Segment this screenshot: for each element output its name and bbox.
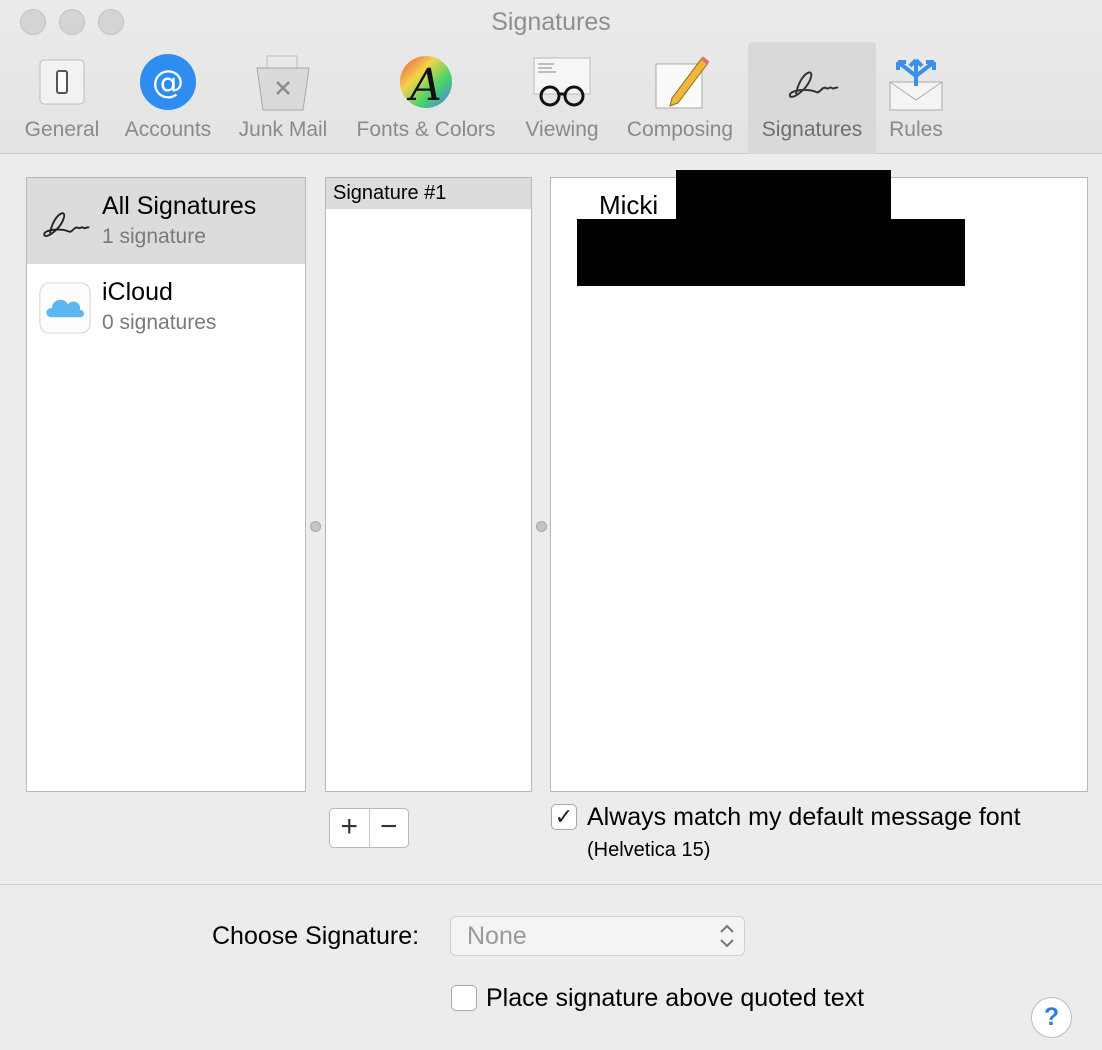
icloud-icon (39, 282, 91, 334)
choose-signature-select[interactable]: None (450, 916, 745, 956)
tab-composing-label: Composing (626, 118, 734, 141)
tab-accounts[interactable]: @ Accounts (117, 42, 219, 154)
tab-accounts-label: Accounts (124, 118, 212, 141)
account-signature-count: 1 signature (102, 225, 206, 248)
tab-rules-label: Rules (889, 118, 943, 141)
tab-viewing[interactable]: Viewing (516, 42, 608, 154)
rules-icon (889, 58, 943, 111)
match-font-description: (Helvetica 15) (587, 839, 711, 861)
signature-editor-text[interactable]: Micki (599, 190, 658, 221)
tab-general-label: General (24, 118, 100, 141)
account-signature-count: 0 signatures (102, 311, 217, 334)
redaction-block (577, 219, 965, 286)
viewing-icon (533, 57, 591, 107)
account-item-icloud[interactable]: iCloud 0 signatures (27, 264, 305, 350)
tab-fonts-colors-label: Fonts & Colors (356, 118, 496, 141)
junk-mail-icon (256, 55, 310, 111)
remove-signature-button[interactable]: − (368, 809, 409, 847)
accounts-icon: @ (140, 54, 196, 110)
general-icon (39, 59, 85, 105)
account-name: All Signatures (102, 192, 257, 220)
divider (0, 884, 1102, 885)
tab-signatures-label: Signatures (761, 118, 863, 141)
tab-junk-mail[interactable]: Junk Mail (231, 42, 335, 154)
split-handle[interactable] (536, 521, 547, 532)
match-font-label: Always match my default message font (587, 803, 1021, 831)
account-item-all-signatures[interactable]: All Signatures 1 signature (27, 178, 305, 264)
tab-composing[interactable]: Composing (618, 42, 742, 154)
chevron-up-down-icon (720, 924, 734, 948)
split-handle[interactable] (310, 521, 321, 532)
tab-signatures[interactable]: Signatures (748, 42, 876, 154)
svg-text:@: @ (152, 63, 184, 101)
composing-icon (655, 56, 710, 109)
tab-rules[interactable]: Rules (882, 42, 950, 154)
window-toolbar: Signatures General @ Accounts Junk Mail (0, 0, 1102, 154)
add-remove-control: + − (329, 808, 409, 848)
accounts-list[interactable]: All Signatures 1 signature iCloud 0 sign… (26, 177, 306, 792)
choose-signature-value: None (467, 922, 527, 950)
window-title: Signatures (491, 8, 611, 36)
tab-junk-mail-label: Junk Mail (238, 118, 328, 141)
place-above-label: Place signature above quoted text (486, 984, 865, 1012)
choose-signature-label: Choose Signature: (212, 922, 420, 950)
tab-general[interactable]: General (20, 42, 104, 154)
account-name: iCloud (102, 278, 173, 306)
signatures-list[interactable]: Signature #1 (325, 177, 532, 792)
match-font-checkbox[interactable]: ✓ (551, 804, 577, 830)
tab-viewing-label: Viewing (525, 118, 599, 141)
add-signature-button[interactable]: + (330, 809, 369, 847)
signature-icon (43, 212, 90, 237)
signature-item[interactable]: Signature #1 (326, 178, 531, 209)
tab-fonts-colors[interactable]: A Fonts & Colors (346, 42, 506, 154)
place-above-checkbox[interactable] (451, 985, 477, 1011)
svg-text:A: A (406, 60, 442, 111)
signatures-icon (788, 71, 839, 98)
help-button[interactable]: ? (1031, 997, 1072, 1038)
fonts-colors-icon: A (400, 56, 452, 111)
